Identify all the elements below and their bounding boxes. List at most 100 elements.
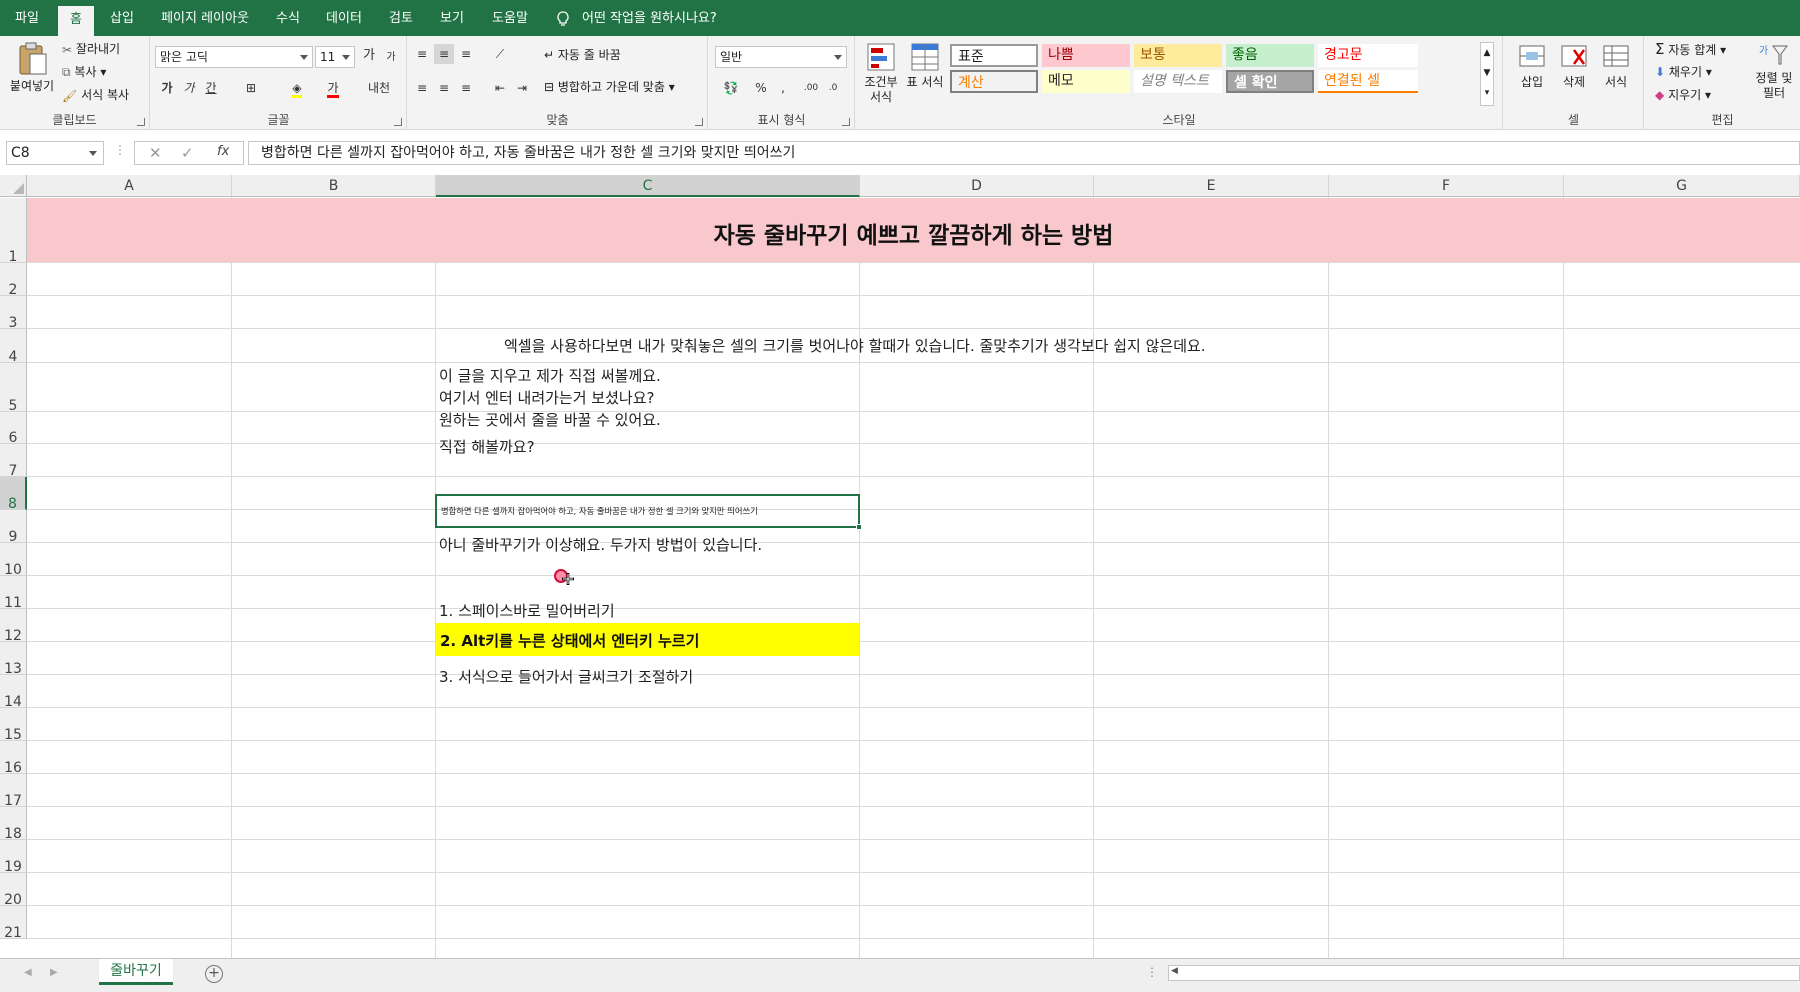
column-header-a[interactable]: A [27,175,232,197]
font-color-button[interactable]: 가 [323,78,343,98]
tab-data[interactable]: 데이터 [318,0,370,36]
align-top-icon[interactable]: ≡ [412,44,432,64]
column-header-g[interactable]: G [1564,175,1800,197]
row-header-15[interactable]: 15 [0,708,27,743]
fill-button[interactable]: ⬇ 채우기 ▾ [1655,63,1712,80]
number-launcher[interactable] [842,118,850,126]
format-cells-button[interactable]: 서식 [1598,42,1634,90]
sheet-tab-active[interactable]: 줄바꾸기 [99,959,173,985]
tell-me-box[interactable]: 어떤 작업을 원하시나요? [556,0,717,36]
column-header-f[interactable]: F [1329,175,1564,197]
formula-input[interactable]: 병합하면 다른 셀까지 잡아먹어야 하고, 자동 줄바꿈은 내가 정한 셀 크기… [248,141,1800,165]
scroll-left-icon[interactable]: ◀ [1171,966,1178,976]
tab-formulas[interactable]: 수식 [268,0,308,36]
column-header-e[interactable]: E [1094,175,1329,197]
cut-button[interactable]: ✂ 잘라내기 [62,40,120,57]
row-header-16[interactable]: 16 [0,741,27,776]
highlight-cell-c12[interactable]: 2. Alt키를 누른 상태에서 엔터키 누르기 [436,623,859,656]
row-header-2[interactable]: 2 [0,263,27,298]
border-button[interactable]: ⊞ [241,78,261,98]
align-left-icon[interactable]: ≡ [412,78,432,98]
column-header-d[interactable]: D [860,175,1094,197]
sort-filter-button[interactable]: 가 정렬 및 필터 [1749,42,1799,101]
tab-help[interactable]: 도움말 [482,0,538,36]
enter-icon[interactable]: ✓ [181,144,194,162]
horizontal-scrollbar[interactable]: ◀ [1168,965,1800,981]
fill-color-button[interactable]: ◈ [287,78,307,98]
fill-handle[interactable] [856,524,862,530]
cell-style-3[interactable]: 좋음 [1226,44,1314,67]
number-format-select[interactable]: 일반 [715,46,847,68]
underline-button[interactable]: 간 [201,78,221,98]
bold-button[interactable]: 가 [157,78,177,98]
row-header-10[interactable]: 10 [0,543,27,578]
cell-style-5[interactable]: 계산 [950,70,1038,93]
insert-cells-button[interactable]: 삽입 [1514,42,1550,90]
comma-button[interactable]: , [773,78,793,98]
cell-style-0[interactable]: 표준 [950,44,1038,67]
spreadsheet-grid[interactable]: ABCDEFG 1 2 3 4 5 6 7 8 9 10 11 12 13 14 15 16 17 18 19 20 2… [0,175,1800,958]
clipboard-launcher[interactable] [137,118,145,126]
row-header-6[interactable]: 6 [0,412,27,446]
column-header-c[interactable]: C [436,175,860,197]
align-bottom-icon[interactable]: ≡ [456,44,476,64]
percent-button[interactable]: % [751,78,771,98]
format-as-table-button[interactable]: 표 서식 [906,42,944,90]
align-right-icon[interactable]: ≡ [456,78,476,98]
decrease-indent-icon[interactable]: ⇤ [490,78,510,98]
phonetic-button[interactable]: 내천 [363,78,395,98]
merge-center-button[interactable]: ⊟ 병합하고 가운데 맞춤 ▾ [544,78,675,95]
row-header-4[interactable]: 4 [0,329,27,365]
active-cell-c8[interactable]: 병합하면 다른 셀까지 잡아먹어야 하고, 자동 줄바꿈은 내가 정한 셀 크기… [435,494,862,530]
grow-font-button[interactable]: 가 [359,46,379,66]
row-header-1[interactable]: 1 [0,198,27,265]
format-painter-button[interactable]: 🖌 서식 복사 [62,86,129,103]
cell-style-7[interactable]: 설명 텍스트 [1134,70,1222,93]
tab-page-layout[interactable]: 페이지 레이아웃 [152,0,258,36]
wrap-text-button[interactable]: ↵ 자동 줄 바꿈 [544,46,621,63]
cell-style-4[interactable]: 경고문 [1318,44,1418,67]
row-header-8[interactable]: 8 [0,477,27,512]
title-cell[interactable]: 자동 줄바꾸기 예쁘고 깔끔하게 하는 방법 [27,198,1800,262]
font-launcher[interactable] [394,118,402,126]
row-header-12[interactable]: 12 [0,609,27,644]
row-header-11[interactable]: 11 [0,576,27,611]
name-box[interactable]: C8 [6,141,104,165]
row-header-3[interactable]: 3 [0,296,27,331]
italic-button[interactable]: 가 [179,78,199,98]
tab-insert[interactable]: 삽입 [102,0,142,36]
align-middle-icon[interactable]: ≡ [434,44,454,64]
align-center-icon[interactable]: ≡ [434,78,454,98]
tab-home[interactable]: 홈 [58,6,94,36]
row-header-14[interactable]: 14 [0,675,27,710]
select-all-corner[interactable] [0,175,27,197]
row-header-18[interactable]: 18 [0,807,27,842]
prev-sheet-icon[interactable]: ◀ [24,967,32,978]
row-header-5[interactable]: 5 [0,363,27,414]
insert-function-button[interactable]: fx [217,144,229,159]
row-header-13[interactable]: 13 [0,642,27,677]
row-header-20[interactable]: 20 [0,873,27,908]
row-header-9[interactable]: 9 [0,510,27,545]
tab-view[interactable]: 보기 [432,0,472,36]
clear-button[interactable]: ◆ 지우기 ▾ [1655,86,1711,103]
shrink-font-button[interactable]: 가 [381,48,401,68]
tab-file[interactable]: 파일 [6,0,48,36]
add-sheet-icon[interactable]: + [205,965,223,983]
cell-style-2[interactable]: 보통 [1134,44,1222,67]
copy-button[interactable]: ⧉ 복사 ▾ [62,63,106,80]
cell-style-9[interactable]: 연결된 셀 [1318,70,1418,93]
autosum-button[interactable]: Σ 자동 합계 ▾ [1655,40,1726,58]
row-header-17[interactable]: 17 [0,774,27,809]
orientation-icon[interactable]: ⟋ [490,44,510,64]
delete-cells-button[interactable]: 삭제 [1556,42,1592,90]
tab-review[interactable]: 검토 [380,0,422,36]
increase-indent-icon[interactable]: ⇥ [512,78,532,98]
row-header-7[interactable]: 7 [0,444,27,479]
cell-style-1[interactable]: 나쁨 [1042,44,1130,67]
cancel-icon[interactable]: ✕ [149,144,162,162]
column-header-b[interactable]: B [232,175,436,197]
conditional-format-button[interactable]: 조건부 서식 [862,42,900,105]
increase-decimal-icon[interactable]: .00 [801,78,821,98]
gallery-scroll[interactable]: ▲ ▼ ▾ [1480,42,1494,106]
